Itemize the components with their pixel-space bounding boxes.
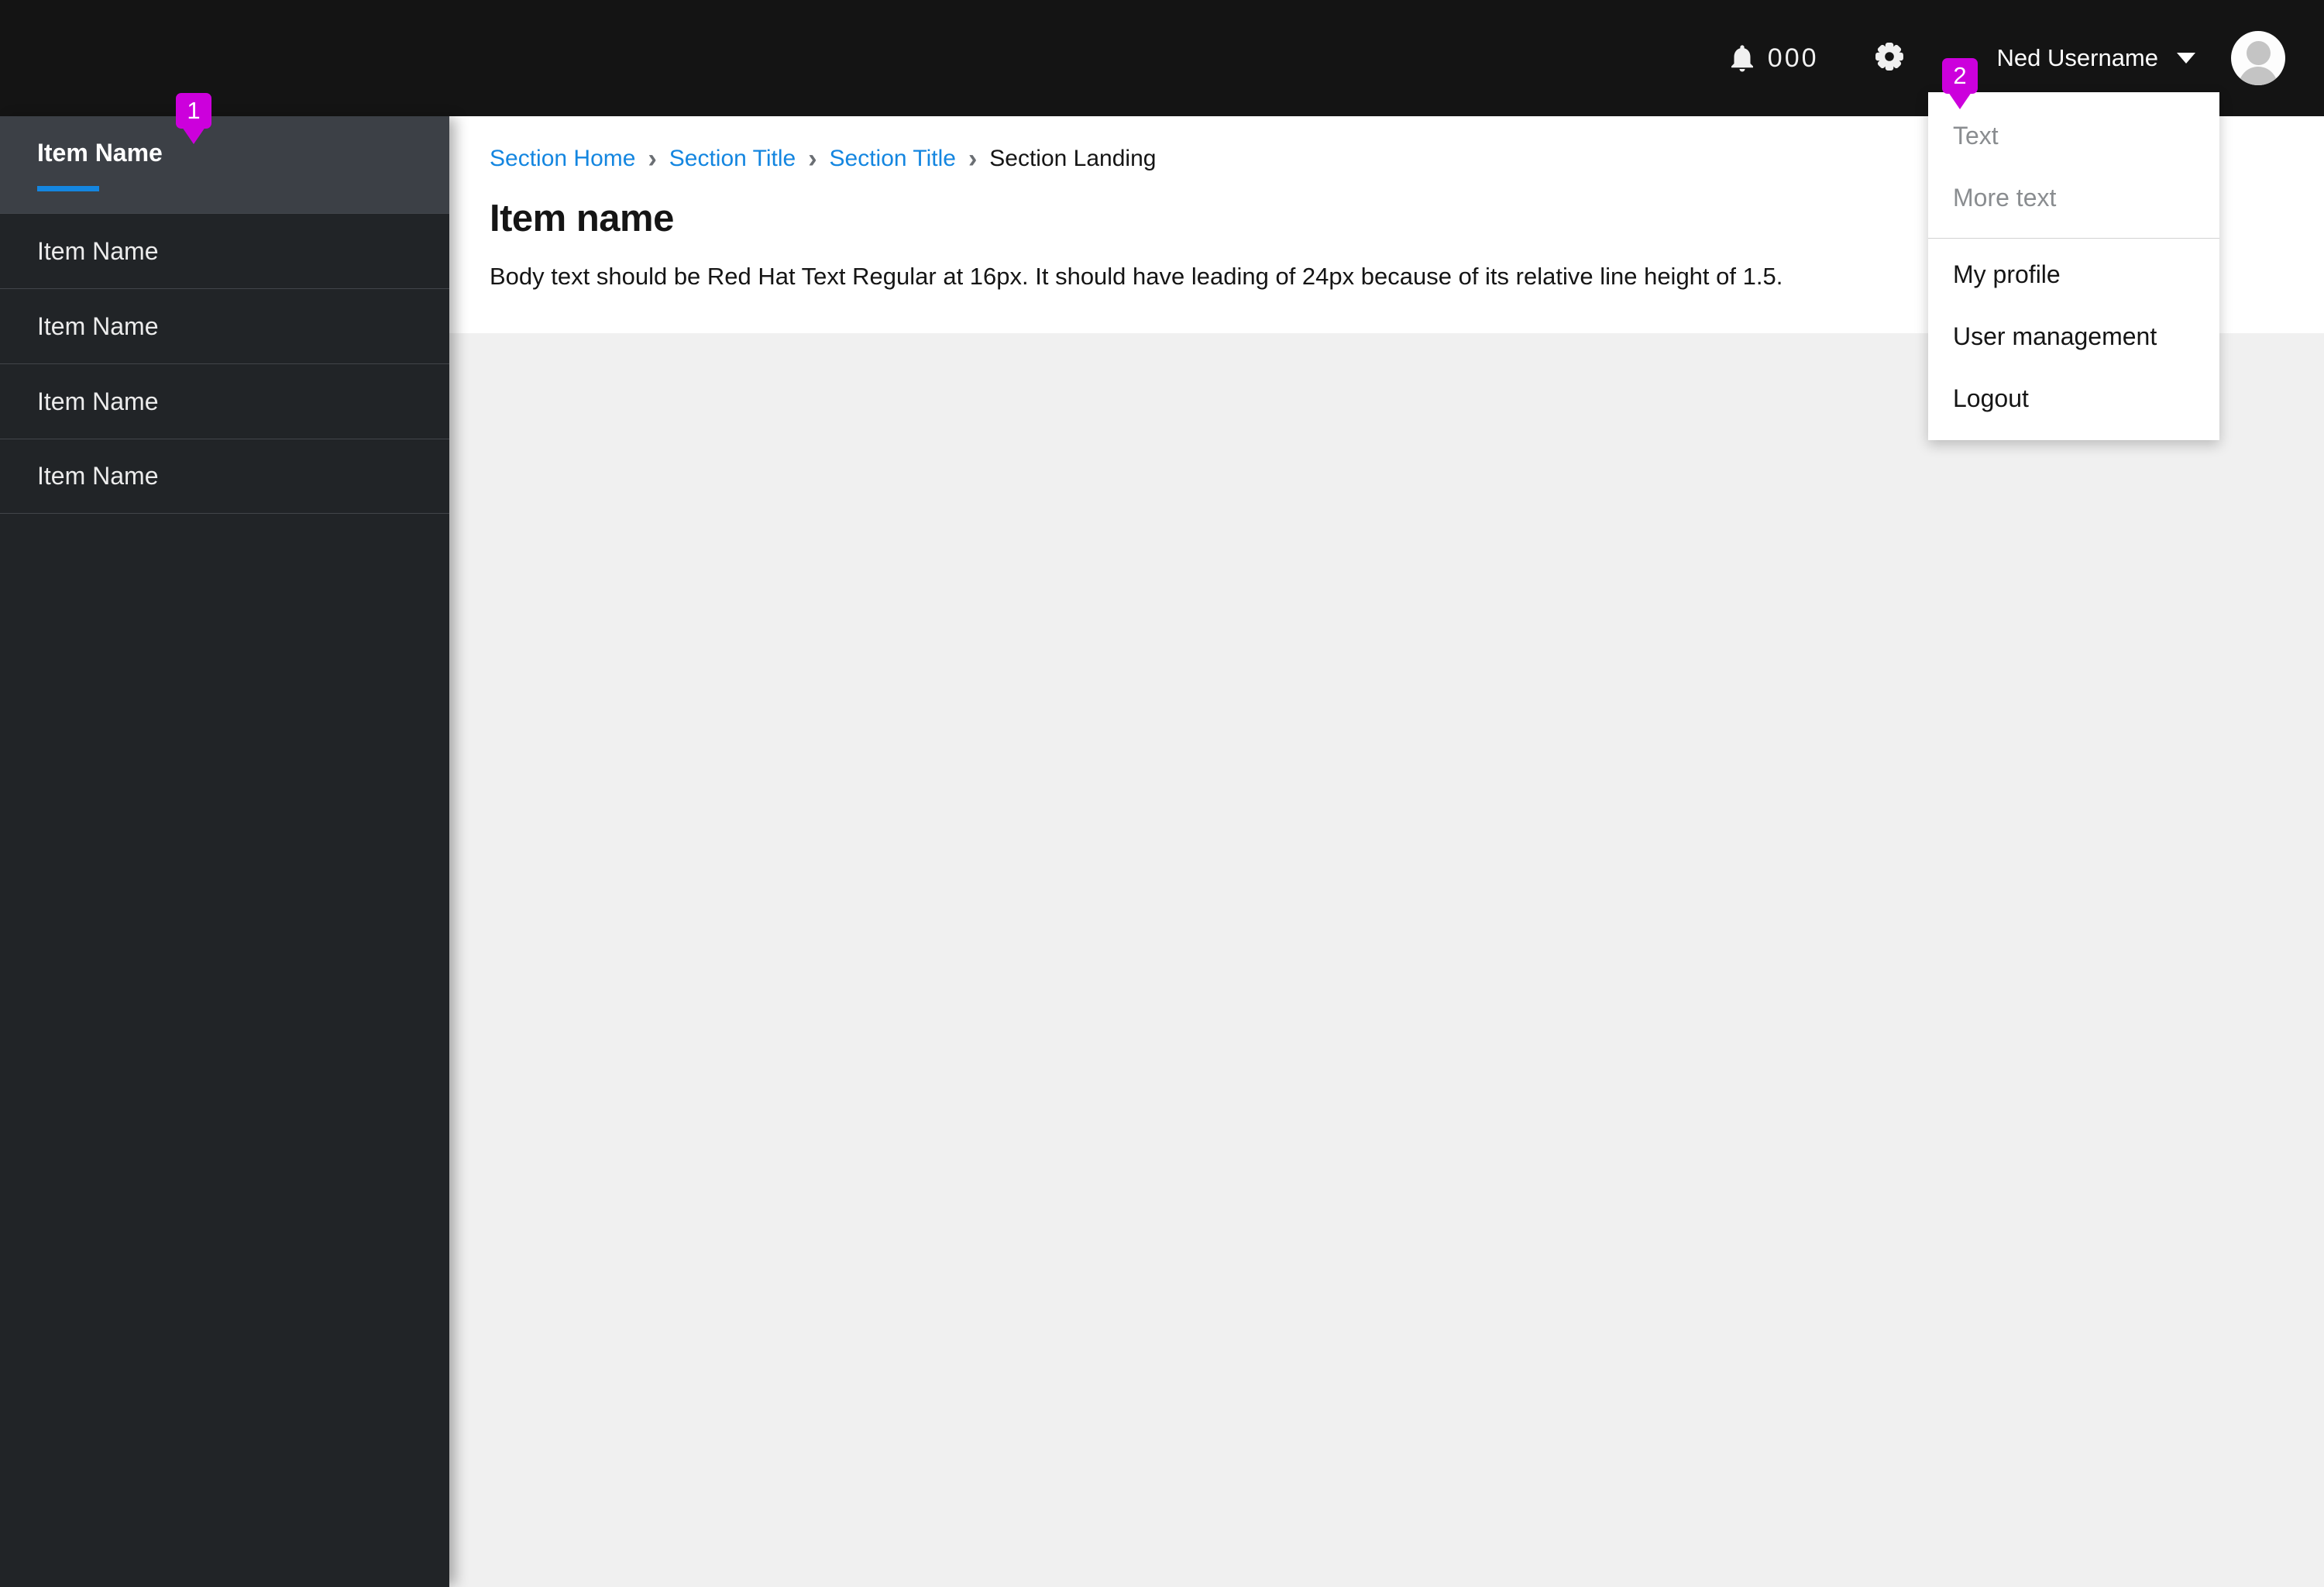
breadcrumb-link-section-home[interactable]: Section Home [490,146,635,172]
settings-button[interactable] [1875,42,1904,75]
sidebar-item-label: Item Name [37,236,159,265]
annotation-marker-tail [1948,92,1972,109]
sidebar-item-label: Item Name [37,312,159,340]
menu-item-text: Text [1953,121,1999,150]
sidebar-nav: Item Name Item Name Item Name Item Name … [0,116,449,1587]
breadcrumb-link-section-title-2[interactable]: Section Title [830,146,956,172]
menu-item-my-profile[interactable]: My profile [1928,243,2219,305]
menu-item-logout[interactable]: Logout [1928,367,2219,429]
breadcrumb-link-section-title-1[interactable]: Section Title [669,146,796,172]
breadcrumb-separator-icon: › [808,144,817,174]
annotation-marker-2: 2 [1942,58,1978,109]
user-dropdown-menu: Text More text My profile User managemen… [1928,92,2219,440]
sidebar-item-3[interactable]: Item Name [0,288,449,363]
username-label: Ned Username [1996,44,2158,71]
annotation-marker-number: 2 [1953,62,1967,89]
breadcrumb-separator-icon: › [648,144,657,174]
selected-indicator [37,185,99,191]
user-dropdown-toggle[interactable]: Ned Username [1997,44,2195,72]
annotation-marker-number: 1 [187,97,201,124]
masthead-toolbar: 000 Ned Username [1726,31,2285,85]
breadcrumb-current-page: Section Landing [989,146,1157,171]
bell-icon [1726,42,1758,74]
sidebar-item-4[interactable]: Item Name [0,363,449,439]
annotation-marker-1: 1 [176,93,211,144]
menu-item-user-management[interactable]: User management [1928,305,2219,367]
menu-item-more-text: More text [1953,183,2057,212]
sidebar-item-1-selected[interactable]: Item Name [0,116,449,213]
menu-divider [1928,238,2219,239]
avatar-head-shape [2247,41,2271,65]
sidebar-item-5[interactable]: Item Name [0,439,449,514]
annotation-marker-tail [182,127,205,144]
caret-down-icon [2177,53,2195,64]
breadcrumb-separator-icon: › [968,144,978,174]
avatar[interactable] [2231,31,2285,85]
gear-icon [1875,42,1904,75]
avatar-body-shape [2239,67,2278,85]
sidebar-item-2[interactable]: Item Name [0,213,449,288]
notifications-button[interactable]: 000 [1726,42,1819,74]
sidebar-item-label: Item Name [37,387,159,415]
notification-count: 000 [1767,43,1819,73]
sidebar-item-label: Item Name [37,462,159,490]
sidebar-nav-list: Item Name Item Name Item Name Item Name … [0,116,449,514]
sidebar-item-label: Item Name [37,138,163,167]
